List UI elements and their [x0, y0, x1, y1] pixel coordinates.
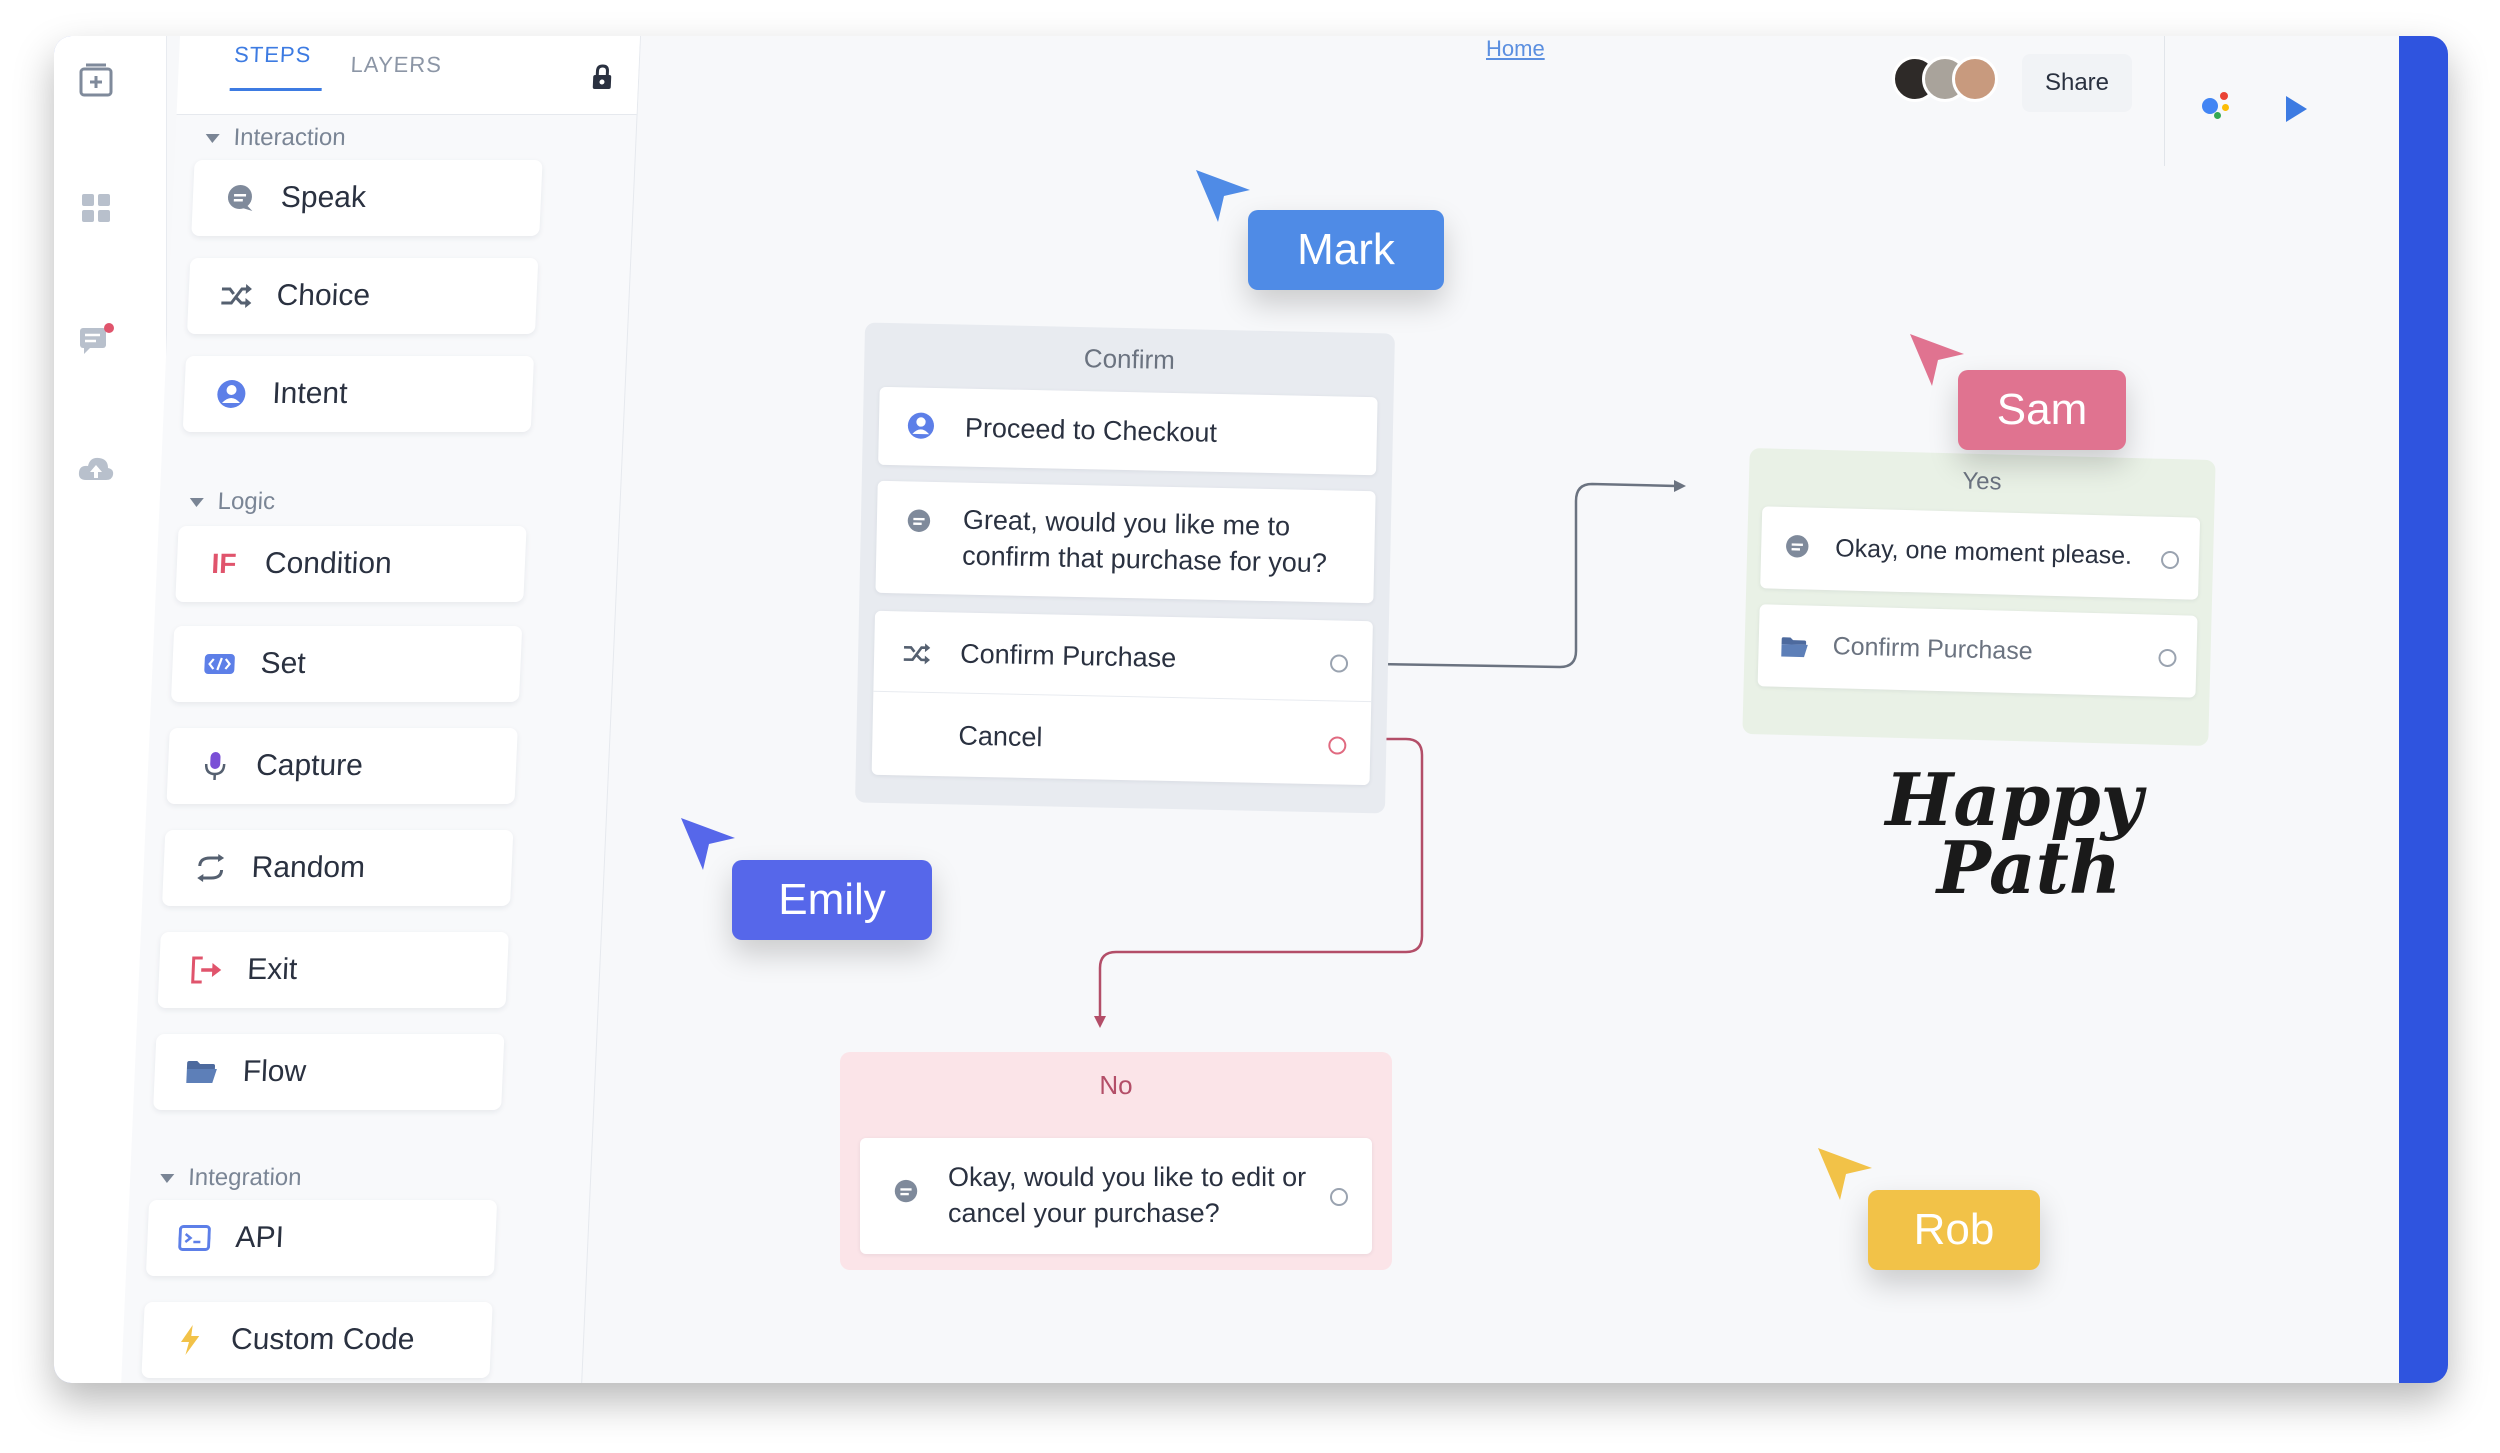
happy-path-annotation: Happy Path: [1854, 757, 2174, 911]
cursor-label-mark: Mark: [1248, 210, 1444, 290]
block-title: Yes: [1962, 467, 2002, 496]
cursor-mark-icon: [1196, 170, 1250, 222]
cursor-label-sam: Sam: [1958, 370, 2126, 450]
flow-step[interactable]: Confirm Purchase: [1757, 604, 2198, 698]
cursor-emily-icon: [681, 818, 735, 870]
user-circle-icon: [907, 412, 935, 439]
speak-text: Okay, one moment please.: [1834, 534, 2133, 570]
intent-step[interactable]: Proceed to Checkout: [878, 386, 1378, 476]
speak-step[interactable]: Okay, one moment please.: [1760, 506, 2201, 600]
app-window: STEPS LAYERS Interaction Speak Choice In…: [54, 36, 2399, 1383]
block-confirm[interactable]: Confirm Proceed to Checkout Great, would…: [855, 322, 1395, 814]
speech-bubble-icon: [894, 1179, 918, 1203]
branch-arrows-icon: [903, 643, 931, 665]
folder-icon: [1781, 637, 1808, 658]
cancel-port[interactable]: [1328, 736, 1347, 755]
block-title: Confirm: [1083, 343, 1176, 375]
block-no[interactable]: No Okay, would you like to edit or cance…: [840, 1052, 1392, 1270]
speak-line-2: cancel your purchase?: [948, 1198, 1220, 1228]
block-yes[interactable]: Yes Okay, one moment please. Confirm Pur…: [1742, 447, 2216, 747]
flow-text: Confirm Purchase: [1832, 632, 2034, 666]
intent-text: Proceed to Checkout: [964, 412, 1218, 448]
target-icon[interactable]: [2158, 648, 2177, 668]
target-icon[interactable]: [1330, 1188, 1348, 1206]
choice-port[interactable]: [1329, 654, 1349, 673]
speak-step[interactable]: Great, would you like me to confirm that…: [875, 480, 1376, 604]
divider: [873, 690, 1372, 703]
speak-line-1: Great, would you like me to: [962, 504, 1291, 542]
cursor-label-emily: Emily: [732, 860, 932, 940]
cursor-rob-icon: [1818, 1148, 1872, 1200]
speech-bubble-icon: [1786, 535, 1809, 558]
speak-line-2: confirm that purchase for you?: [961, 540, 1328, 579]
block-title: No: [1099, 1070, 1133, 1100]
cancel-path-label: Cancel: [958, 720, 1043, 753]
app-frame: STEPS LAYERS Interaction Speak Choice In…: [54, 36, 2448, 1383]
choice-step[interactable]: Confirm Purchase Cancel: [871, 610, 1373, 786]
annotation-line-2: Path: [1936, 825, 2122, 911]
speech-bubble-icon: [907, 509, 931, 532]
speak-line-1: Okay, would you like to edit or: [948, 1162, 1307, 1192]
cursor-label-rob: Rob: [1868, 1190, 2040, 1270]
speak-step[interactable]: Okay, would you like to edit or cancel y…: [860, 1138, 1372, 1254]
annotation-line-1: Happy: [1885, 757, 2143, 842]
target-icon[interactable]: [2160, 550, 2180, 570]
choice-path-label: Confirm Purchase: [959, 638, 1177, 674]
